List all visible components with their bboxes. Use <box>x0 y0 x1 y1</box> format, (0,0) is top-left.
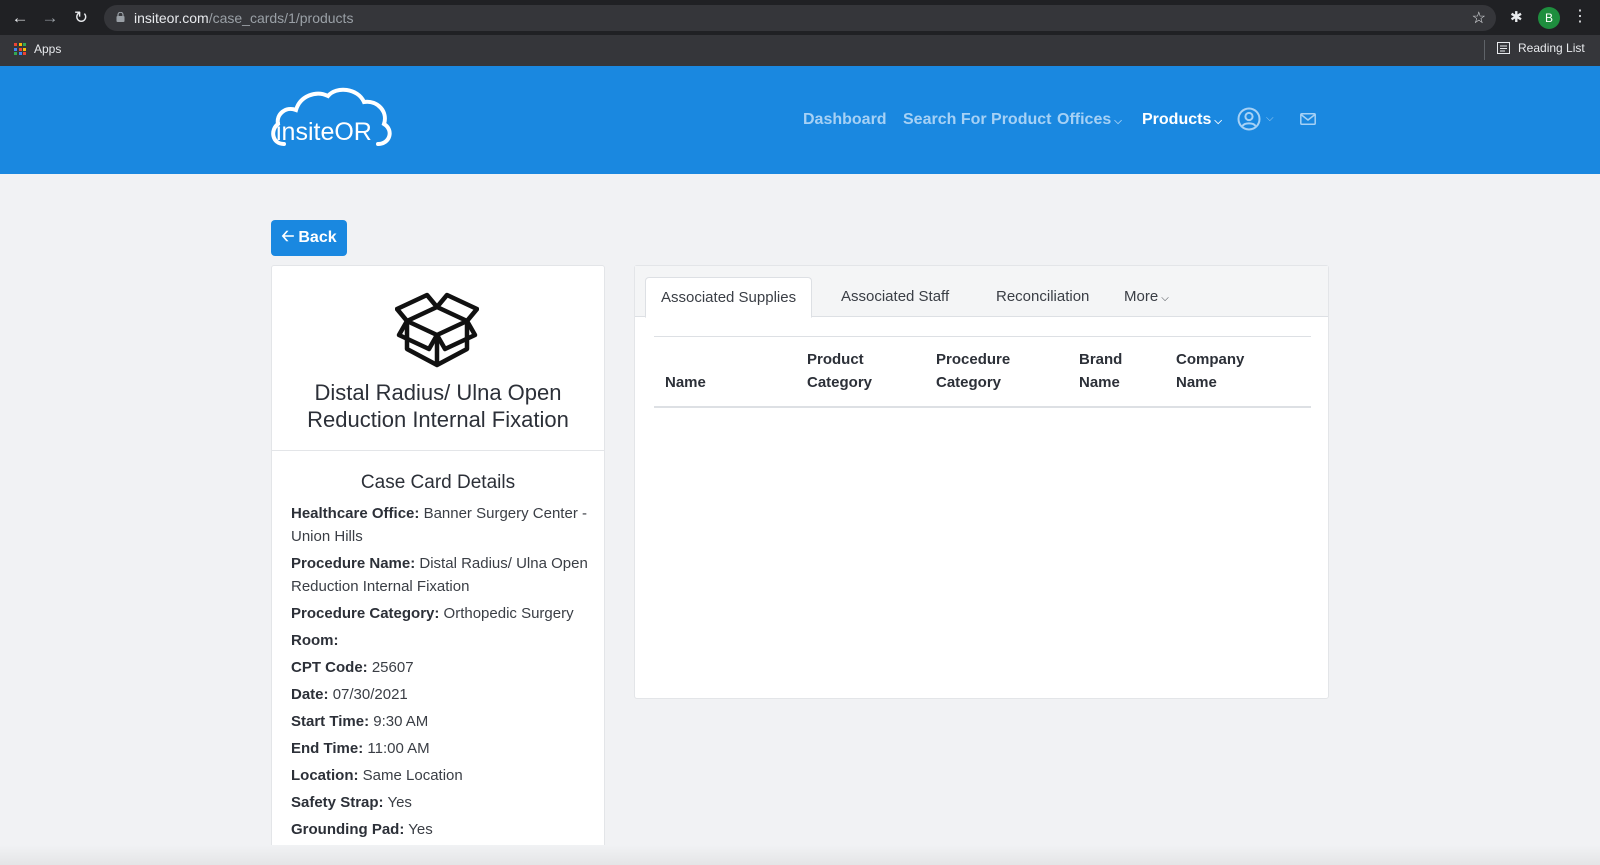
detail-label: Safety Strap: <box>291 794 384 811</box>
tab-associated-staff[interactable]: Associated Staff <box>841 277 949 317</box>
tab-more[interactable]: More ⌵ <box>1124 277 1169 317</box>
col-procedure-category[interactable]: Procedure Category <box>936 348 1010 394</box>
chevron-down-icon: ⌵ <box>1161 293 1169 304</box>
reading-list-button[interactable]: Reading List <box>1497 41 1585 55</box>
chevron-down-icon: ⌵ <box>1214 116 1222 127</box>
col-procedure-category-line2: Category <box>936 374 1002 391</box>
detail-label: Healthcare Office: <box>291 505 420 522</box>
detail-row: Grounding Pad: Yes <box>291 818 591 841</box>
col-product-category[interactable]: Product Category <box>807 348 872 394</box>
detail-value: Orthopedic Surgery <box>443 605 574 622</box>
case-card-details-list: Healthcare Office: Banner Surgery Center… <box>291 502 591 845</box>
bookmarks-bar <box>0 35 1600 66</box>
forward-arrow-icon[interactable]: → <box>39 7 61 29</box>
detail-value: 07/30/2021 <box>332 686 408 703</box>
reading-list-icon <box>1497 42 1510 54</box>
open-box-icon <box>395 292 479 368</box>
detail-label: End Time: <box>291 740 364 757</box>
divider <box>272 450 604 451</box>
col-brand-name-line1: Brand <box>1079 351 1123 368</box>
browser-menu-icon[interactable]: ⋮ <box>1572 6 1588 28</box>
apps-grid-icon <box>14 43 26 55</box>
insiteor-logo[interactable]: insiteOR <box>270 86 396 152</box>
col-company-name-line2: Name <box>1176 374 1217 391</box>
col-procedure-category-line1: Procedure <box>936 351 1011 368</box>
chevron-down-icon: ⌵ <box>1114 116 1122 127</box>
tab-bar: Associated Supplies Associated Staff Rec… <box>635 266 1328 318</box>
detail-label: CPT Code: <box>291 659 368 676</box>
nav-dashboard[interactable]: Dashboard <box>803 111 887 129</box>
detail-row: Healthcare Office: Banner Surgery Center… <box>291 502 591 548</box>
apps-shortcut[interactable]: Apps <box>14 42 61 56</box>
detail-row: Start Time: 9:30 AM <box>291 710 591 733</box>
detail-value: Yes <box>387 794 412 811</box>
detail-label: Date: <box>291 686 329 703</box>
detail-label: Procedure Category: <box>291 605 440 622</box>
detail-value: 25607 <box>371 659 414 676</box>
tab-associated-supplies[interactable]: Associated Supplies <box>645 277 813 318</box>
case-card-details-heading: Case Card Details <box>360 472 516 493</box>
detail-label: Location: <box>291 767 359 784</box>
detail-row: Procedure Category: Orthopedic Surgery <box>291 602 591 625</box>
detail-label: Grounding Pad: <box>291 821 405 838</box>
apps-label: Apps <box>34 42 62 56</box>
nav-offices[interactable]: Offices ⌵ <box>1057 111 1122 129</box>
detail-value: 9:30 AM <box>373 713 429 730</box>
procedure-title: Distal Radius/ Ulna Open Reduction Inter… <box>307 380 569 432</box>
profile-avatar[interactable]: B <box>1538 7 1560 29</box>
detail-row: Location: Same Location <box>291 764 591 787</box>
supplies-panel: Associated Supplies Associated Staff Rec… <box>634 265 1329 699</box>
user-menu-chevron-icon[interactable]: ⌵ <box>1266 113 1274 124</box>
browser-toolbar: ← → ↻ insiteor.com/case_cards/1/products… <box>0 0 1600 35</box>
detail-label: Start Time: <box>291 713 370 730</box>
bookmark-star-icon[interactable]: ☆ <box>1472 8 1486 28</box>
url-path: /case_cards/1/products <box>208 10 354 26</box>
lock-icon <box>116 12 125 22</box>
back-button-label: Back <box>298 229 337 246</box>
col-product-category-line1: Product <box>807 351 864 368</box>
col-company-name-line1: Company <box>1176 351 1245 368</box>
page-bottom-edge <box>0 845 1600 865</box>
tab-more-label: More <box>1124 288 1159 305</box>
nav-search-for-product[interactable]: Search For Product <box>903 111 1051 129</box>
url-host: insiteor.com <box>134 10 209 26</box>
detail-label: Room: <box>291 632 339 649</box>
back-arrow-icon[interactable]: ← <box>9 7 31 29</box>
detail-value: Same Location <box>362 767 463 784</box>
col-product-category-line2: Category <box>807 374 873 391</box>
nav-products-label: Products <box>1142 111 1212 128</box>
mail-envelope-icon[interactable] <box>1300 113 1316 125</box>
back-button[interactable]: 🡠 Back <box>271 220 347 256</box>
app-header: insiteOR Dashboard Search For Product Of… <box>0 66 1600 174</box>
extensions-puzzle-icon[interactable]: ✱ <box>1510 8 1523 26</box>
detail-row: Procedure Name: Distal Radius/ Ulna Open… <box>291 552 591 598</box>
detail-row: Room: <box>291 629 591 652</box>
nav-offices-label: Offices <box>1057 111 1112 128</box>
case-card-panel: Distal Radius/ Ulna Open Reduction Inter… <box>271 265 605 865</box>
bookmarks-divider <box>1484 40 1485 60</box>
detail-label: Procedure Name: <box>291 555 416 572</box>
col-name[interactable]: Name <box>665 371 706 394</box>
arrow-left-icon: 🡠 <box>281 227 295 245</box>
logo-text: insiteOR <box>276 118 372 146</box>
col-brand-name-line2: Name <box>1079 374 1120 391</box>
supplies-table-header: Name Product Category Procedure Category… <box>654 336 1311 408</box>
url-text: insiteor.com/case_cards/1/products <box>134 10 353 26</box>
detail-row: End Time: 11:00 AM <box>291 737 591 760</box>
detail-row: Date: 07/30/2021 <box>291 683 591 706</box>
detail-value: Yes <box>408 821 433 838</box>
col-brand-name[interactable]: Brand Name <box>1079 348 1122 394</box>
address-bar[interactable]: insiteor.com/case_cards/1/products ☆ <box>104 5 1496 31</box>
reload-icon[interactable]: ↻ <box>70 7 92 29</box>
tab-reconciliation[interactable]: Reconciliation <box>996 277 1089 317</box>
reading-list-label: Reading List <box>1518 41 1585 55</box>
nav-products[interactable]: Products ⌵ <box>1142 111 1222 129</box>
col-company-name[interactable]: Company Name <box>1176 348 1244 394</box>
detail-row: Safety Strap: Yes <box>291 791 591 814</box>
detail-row: CPT Code: 25607 <box>291 656 591 679</box>
user-circle-icon[interactable] <box>1237 107 1261 131</box>
detail-value: 11:00 AM <box>367 740 430 757</box>
